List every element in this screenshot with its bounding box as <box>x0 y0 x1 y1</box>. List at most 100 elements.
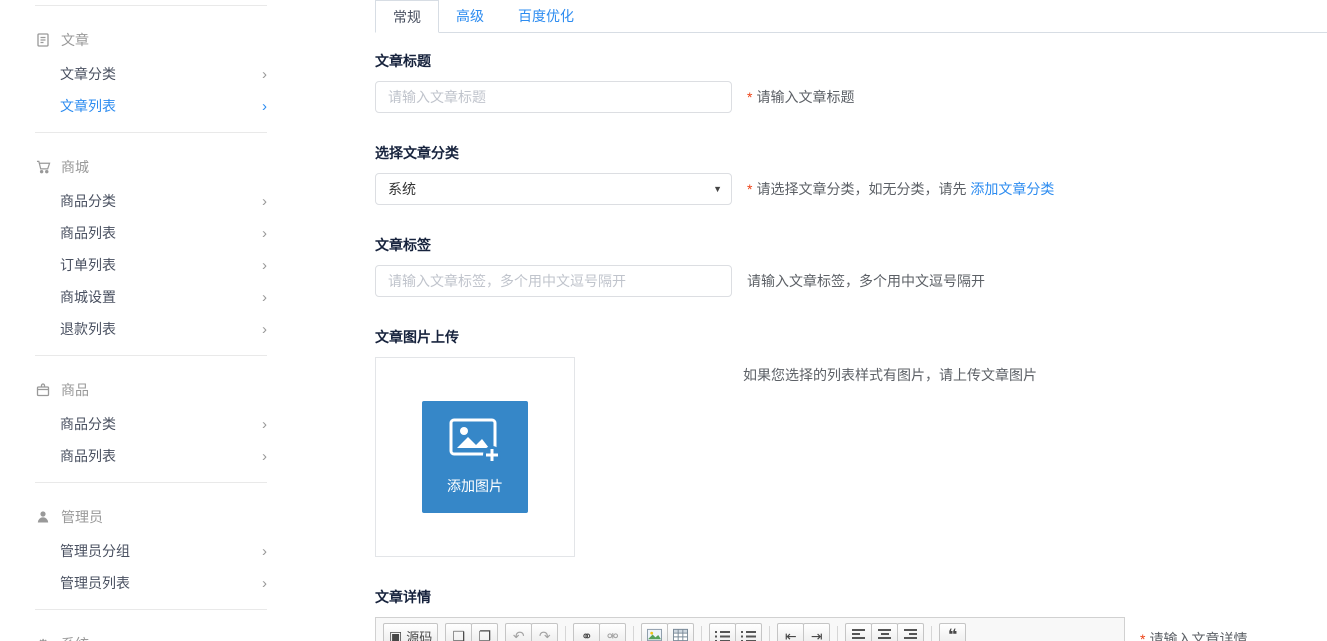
field-hint: *请输入文章详情 <box>1140 617 1247 641</box>
category-select[interactable]: 系统 <box>375 173 732 205</box>
toolbar-separator <box>701 626 702 641</box>
toolbar-separator <box>633 626 634 641</box>
sidebar-item-goods-list[interactable]: 商品列表 › <box>35 217 267 249</box>
redo-icon: ↷ <box>539 629 551 641</box>
article-tags-input[interactable] <box>375 265 732 297</box>
app-root: 文章 文章分类 › 文章列表 › 商城 商品分类 › <box>0 0 1327 641</box>
section-title-label: 商城 <box>61 157 89 177</box>
chevron-right-icon: › <box>262 289 267 306</box>
sidebar-item-label: 商品列表 <box>60 223 116 243</box>
sidebar-section-system[interactable]: ⚙ 系统 <box>35 610 267 641</box>
add-category-link[interactable]: 添加文章分类 <box>970 181 1054 197</box>
tab-bar: 常规 高级 百度优化 <box>375 0 1327 33</box>
bulleted-list-icon <box>746 631 756 641</box>
redo-button[interactable]: ↷ <box>531 623 558 641</box>
blockquote-button[interactable]: ❝ <box>939 623 966 641</box>
sidebar-item-article-list[interactable]: 文章列表 › <box>35 90 267 122</box>
sidebar-item-refund-list[interactable]: 退款列表 › <box>35 313 267 345</box>
paste-from-word-button[interactable]: ❐ <box>471 623 498 641</box>
field-hint: 请输入文章标签，多个用中文逗号隔开 <box>747 271 985 291</box>
form-area: 文章标题 *请输入文章标题 选择文章分类 系统 ▼ <box>375 33 1327 641</box>
field-label: 选择文章分类 <box>375 143 1327 163</box>
sidebar-section-mall[interactable]: 商城 <box>35 133 267 185</box>
required-mark: * <box>747 181 752 197</box>
image-icon <box>647 628 662 641</box>
source-button[interactable]: ▣ 源码 <box>383 623 438 641</box>
paste-from-word-icon: ❐ <box>478 629 491 641</box>
bulleted-list-button[interactable] <box>735 623 762 641</box>
toolbar-separator <box>837 626 838 641</box>
sidebar-item-label: 文章列表 <box>60 96 116 116</box>
field-hint: *请选择文章分类，如无分类，请先 添加文章分类 <box>747 179 1054 199</box>
sidebar-item-product-category[interactable]: 商品分类 › <box>35 408 267 440</box>
sidebar-item-label: 订单列表 <box>60 255 116 275</box>
sidebar-item-article-category[interactable]: 文章分类 › <box>35 58 267 90</box>
field-label: 文章详情 <box>375 587 1327 607</box>
article-title-input[interactable] <box>375 81 732 113</box>
undo-button[interactable]: ↶ <box>505 623 532 641</box>
align-right-button[interactable] <box>897 623 924 641</box>
numbered-list-icon <box>720 631 730 641</box>
add-image-label: 添加图片 <box>447 476 503 496</box>
section-title-label: 文章 <box>61 30 89 50</box>
indent-icon: ⇥ <box>811 629 823 641</box>
sidebar-item-label: 商品列表 <box>60 446 116 466</box>
sidebar-item-admin-list[interactable]: 管理员列表 › <box>35 567 267 599</box>
sidebar-section-admin[interactable]: 管理员 <box>35 483 267 535</box>
add-image-button[interactable]: 添加图片 <box>422 401 528 513</box>
sidebar-item-label: 商城设置 <box>60 287 116 307</box>
field-label: 文章标签 <box>375 235 1327 255</box>
insert-table-button[interactable] <box>667 623 694 641</box>
align-center-button[interactable] <box>871 623 898 641</box>
insert-image-button[interactable] <box>641 623 668 641</box>
field-hint: *请输入文章标题 <box>747 87 854 107</box>
tab-seo[interactable]: 百度优化 <box>501 0 591 32</box>
sidebar-item-label: 退款列表 <box>60 319 116 339</box>
paste-button[interactable]: ❏ <box>445 623 472 641</box>
sidebar-item-product-list[interactable]: 商品列表 › <box>35 440 267 472</box>
undo-icon: ↶ <box>513 629 525 641</box>
paste-icon: ❏ <box>452 629 465 641</box>
toolbar-separator <box>931 626 932 641</box>
field-article-detail: 文章详情 ▣ 源码 ❏ <box>375 587 1327 641</box>
field-label: 文章标题 <box>375 51 1327 71</box>
sidebar-item-mall-settings[interactable]: 商城设置 › <box>35 281 267 313</box>
sidebar-item-admin-group[interactable]: 管理员分组 › <box>35 535 267 567</box>
sidebar-item-goods-category[interactable]: 商品分类 › <box>35 185 267 217</box>
link-button[interactable]: ⚭ <box>573 623 600 641</box>
image-upload-dropzone: 添加图片 <box>375 357 575 557</box>
field-article-title: 文章标题 *请输入文章标题 <box>375 51 1327 113</box>
unlink-icon: ⚮ <box>607 629 619 641</box>
chevron-right-icon: › <box>262 448 267 465</box>
align-right-icon <box>904 629 917 641</box>
tab-advanced[interactable]: 高级 <box>439 0 501 32</box>
chevron-right-icon: › <box>262 98 267 115</box>
sidebar-item-label: 管理员列表 <box>60 573 130 593</box>
sidebar-item-label: 商品分类 <box>60 191 116 211</box>
chevron-right-icon: › <box>262 575 267 592</box>
section-title-label: 商品 <box>61 380 89 400</box>
chevron-right-icon: › <box>262 321 267 338</box>
outdent-button[interactable]: ⇤ <box>777 623 804 641</box>
link-icon: ⚭ <box>581 629 593 641</box>
sidebar-item-label: 文章分类 <box>60 64 116 84</box>
align-left-button[interactable] <box>845 623 872 641</box>
sidebar-section-product[interactable]: 商品 <box>35 356 267 408</box>
sidebar-section-article[interactable]: 文章 <box>35 6 267 58</box>
toolbar-separator <box>769 626 770 641</box>
box-icon <box>35 383 51 397</box>
sidebar-item-label: 商品分类 <box>60 414 116 434</box>
sidebar-item-order-list[interactable]: 订单列表 › <box>35 249 267 281</box>
indent-button[interactable]: ⇥ <box>803 623 830 641</box>
field-article-category: 选择文章分类 系统 ▼ *请选择文章分类，如无分类，请先 添加文章分类 <box>375 143 1327 205</box>
tab-general[interactable]: 常规 <box>375 0 439 33</box>
source-icon: ▣ <box>389 629 402 641</box>
document-icon <box>35 33 51 47</box>
editor-toolbar-row-1: ▣ 源码 ❏ ❐ <box>376 618 1124 641</box>
chevron-right-icon: › <box>262 257 267 274</box>
required-mark: * <box>1140 631 1145 641</box>
unlink-button[interactable]: ⚮ <box>599 623 626 641</box>
blockquote-icon: ❝ <box>948 628 957 641</box>
numbered-list-button[interactable] <box>709 623 736 641</box>
sidebar-item-label: 管理员分组 <box>60 541 130 561</box>
